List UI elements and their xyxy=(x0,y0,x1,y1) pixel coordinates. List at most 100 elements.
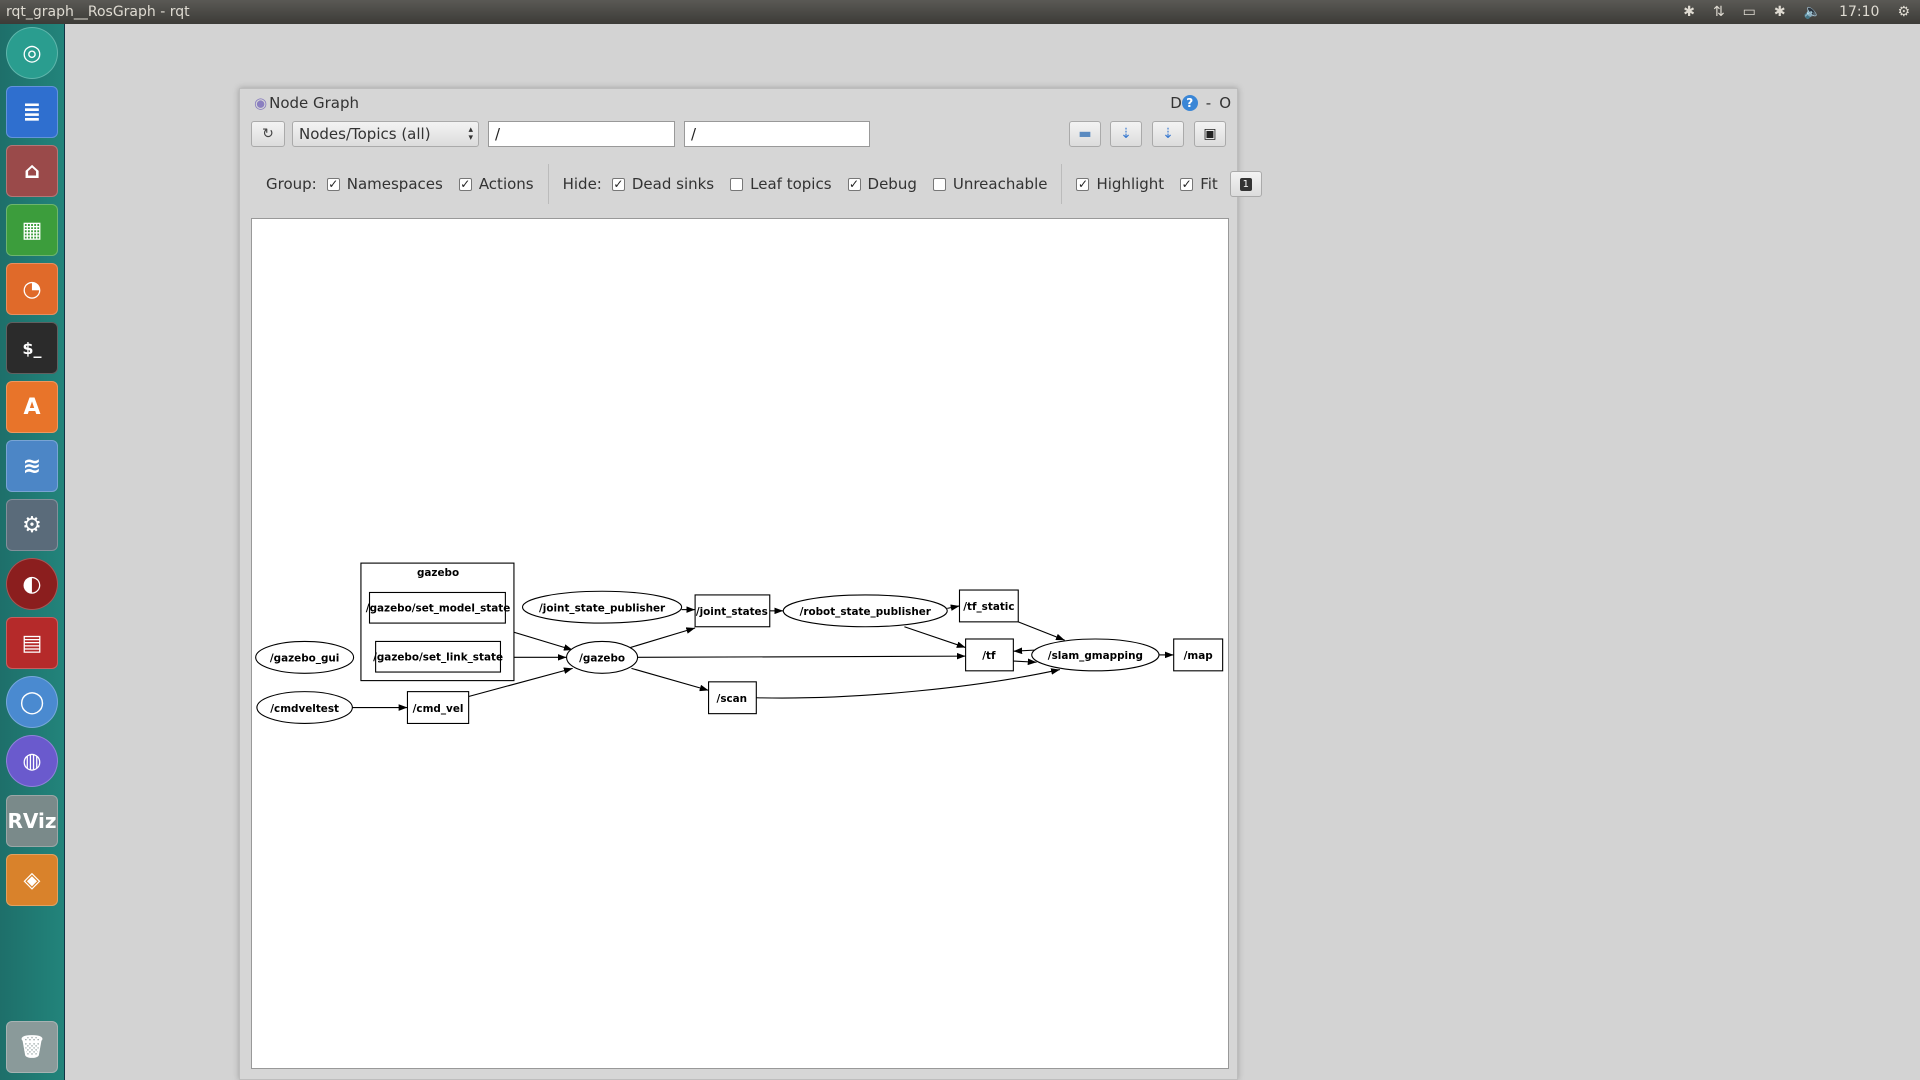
calc-icon[interactable]: ▦ xyxy=(6,204,58,256)
check-icon: ✓ xyxy=(611,176,625,191)
settings-icon[interactable]: ⚙ xyxy=(6,499,58,551)
save-image-button[interactable]: ▣ xyxy=(1194,121,1226,147)
edge xyxy=(1013,658,1037,666)
edge xyxy=(630,627,696,649)
edge xyxy=(756,668,1060,699)
gazebo-icon[interactable]: ◈ xyxy=(6,854,58,906)
label: /robot_state_publisher xyxy=(800,606,932,618)
actions-checkbox[interactable]: ✓ Actions xyxy=(458,175,534,193)
clock[interactable]: 17:10 xyxy=(1839,4,1879,20)
refresh-icon: ↻ xyxy=(262,126,274,142)
terminal-icon[interactable]: $_ xyxy=(6,322,58,374)
check-icon: ✓ xyxy=(847,176,861,191)
screen-icon: ▣ xyxy=(1203,126,1217,142)
top-panel: rqt_graph__RosGraph - rqt ✱ ⇅ ▭ ✱ 🔈 17:1… xyxy=(0,0,1920,24)
window-titlebar: ◉ Node Graph xyxy=(254,94,359,112)
save-svg-icon: ⇣ xyxy=(1162,126,1174,142)
label: /map xyxy=(1184,650,1213,662)
label: /joint_states xyxy=(696,606,768,618)
app-icon[interactable]: ◐ xyxy=(6,558,58,610)
volume-icon[interactable]: 🔈 xyxy=(1804,4,1821,20)
divider xyxy=(1061,164,1063,204)
highlight-label: Highlight xyxy=(1096,175,1165,193)
app-icon-2[interactable]: ▤ xyxy=(6,617,58,669)
edge xyxy=(904,626,966,649)
writer-icon[interactable]: ≣ xyxy=(6,86,58,138)
label: /gazebo/set_link_state xyxy=(373,651,503,663)
fit-view-button[interactable]: 1 xyxy=(1229,171,1262,197)
label: /joint_state_publisher xyxy=(539,602,666,614)
label: /gazebo_gui xyxy=(270,653,340,665)
divider xyxy=(547,164,549,204)
save-dot-button[interactable]: ⇣ xyxy=(1110,121,1142,147)
fit-label: Fit xyxy=(1200,175,1218,193)
group-label: Group: xyxy=(266,175,317,193)
check-icon: ✓ xyxy=(458,176,472,191)
bluetooth-icon-2[interactable]: ✱ xyxy=(1774,4,1786,20)
unreachable-checkbox[interactable]: Unreachable xyxy=(932,175,1047,193)
software-center-icon[interactable]: A xyxy=(6,381,58,433)
load-dot-button[interactable]: ▬ xyxy=(1069,121,1101,147)
keyboard-icon[interactable]: ▭ xyxy=(1743,4,1756,20)
folder-icon: ▬ xyxy=(1078,126,1092,142)
dead-sinks-label: Dead sinks xyxy=(631,175,715,193)
namespaces-label: Namespaces xyxy=(346,175,443,193)
edge xyxy=(631,667,709,692)
edge xyxy=(947,604,960,611)
spin-arrows-icon: ▴ ▾ xyxy=(468,125,473,143)
highlight-checkbox[interactable]: ✓ Highlight xyxy=(1076,175,1164,193)
namespace-filter-input[interactable]: / xyxy=(488,121,675,147)
dock-button[interactable]: D xyxy=(1170,94,1182,112)
label: /slam_gmapping xyxy=(1048,650,1143,662)
minimize-button[interactable]: - xyxy=(1206,94,1211,112)
rviz-icon[interactable]: RViz xyxy=(6,795,58,847)
graph-mode-value: Nodes/Topics (all) xyxy=(299,125,431,143)
label: /tf xyxy=(982,650,996,662)
save-svg-button[interactable]: ⇣ xyxy=(1152,121,1184,147)
bluetooth-icon[interactable]: ✱ xyxy=(1683,4,1695,20)
cluster-label: gazebo xyxy=(417,567,459,579)
dead-sinks-checkbox[interactable]: ✓ Dead sinks xyxy=(611,175,715,193)
dash-icon[interactable]: ◎ xyxy=(6,27,58,79)
leaf-topics-checkbox[interactable]: Leaf topics xyxy=(730,175,832,193)
fit-checkbox[interactable]: ✓ Fit xyxy=(1180,175,1218,193)
graph-mode-select[interactable]: Nodes/Topics (all) ▴ ▾ xyxy=(292,121,479,147)
actions-label: Actions xyxy=(478,175,534,193)
impress-icon[interactable]: ◔ xyxy=(6,263,58,315)
browser-icon[interactable]: ◍ xyxy=(6,735,58,787)
window-title-label: Node Graph xyxy=(269,94,360,112)
files-icon[interactable]: ⌂ xyxy=(6,145,58,197)
refresh-button[interactable]: ↻ xyxy=(251,121,285,147)
options-bar: Group: ✓ Namespaces ✓ Actions Hide: ✓ Dead … xyxy=(266,164,1262,204)
label: /tf_static xyxy=(963,601,1014,613)
check-icon: ✓ xyxy=(1180,176,1194,191)
fit-view-icon: 1 xyxy=(1239,177,1252,191)
leaf-topics-label: Leaf topics xyxy=(750,175,832,193)
window-title: rqt_graph__RosGraph - rqt xyxy=(6,4,190,20)
namespaces-checkbox[interactable]: ✓ Namespaces xyxy=(326,175,443,193)
unchecked-box xyxy=(932,177,946,191)
label: /cmdveltest xyxy=(270,703,339,715)
trash-icon[interactable]: 🗑 xyxy=(6,1021,58,1073)
label: /cmd_vel xyxy=(413,703,464,715)
debug-label: Debug xyxy=(867,175,917,193)
edge xyxy=(1018,621,1065,641)
unchecked-box xyxy=(730,177,744,191)
label: /gazebo xyxy=(579,653,625,665)
gear-icon[interactable]: ⚙ xyxy=(1897,4,1910,20)
topic-filter-input[interactable]: / xyxy=(684,121,870,147)
label: /gazebo/set_model_state xyxy=(366,602,511,614)
help-icon[interactable]: ? xyxy=(1181,95,1198,111)
network-icon[interactable]: ⇅ xyxy=(1713,4,1725,20)
close-button[interactable]: O xyxy=(1219,94,1231,112)
check-icon: ✓ xyxy=(326,176,340,191)
chromium-icon[interactable]: ◯ xyxy=(6,676,58,728)
graph-canvas[interactable]: gazebo /gazebo/set_model_state /gazebo/s… xyxy=(251,218,1229,1069)
edge xyxy=(637,652,966,660)
network-folder-icon[interactable]: ≋ xyxy=(6,440,58,492)
check-icon: ✓ xyxy=(1076,176,1090,191)
ros-graph[interactable]: gazebo /gazebo/set_model_state /gazebo/s… xyxy=(252,219,1230,1070)
launcher: ◎ ≣ ⌂ ▦ ◔ $_ A ≋ ⚙ ◐ ▤ ◯ ◍ RViz ◈ 🗑 xyxy=(0,24,65,1080)
debug-checkbox[interactable]: ✓ Debug xyxy=(847,175,917,193)
label: /scan xyxy=(717,693,748,705)
